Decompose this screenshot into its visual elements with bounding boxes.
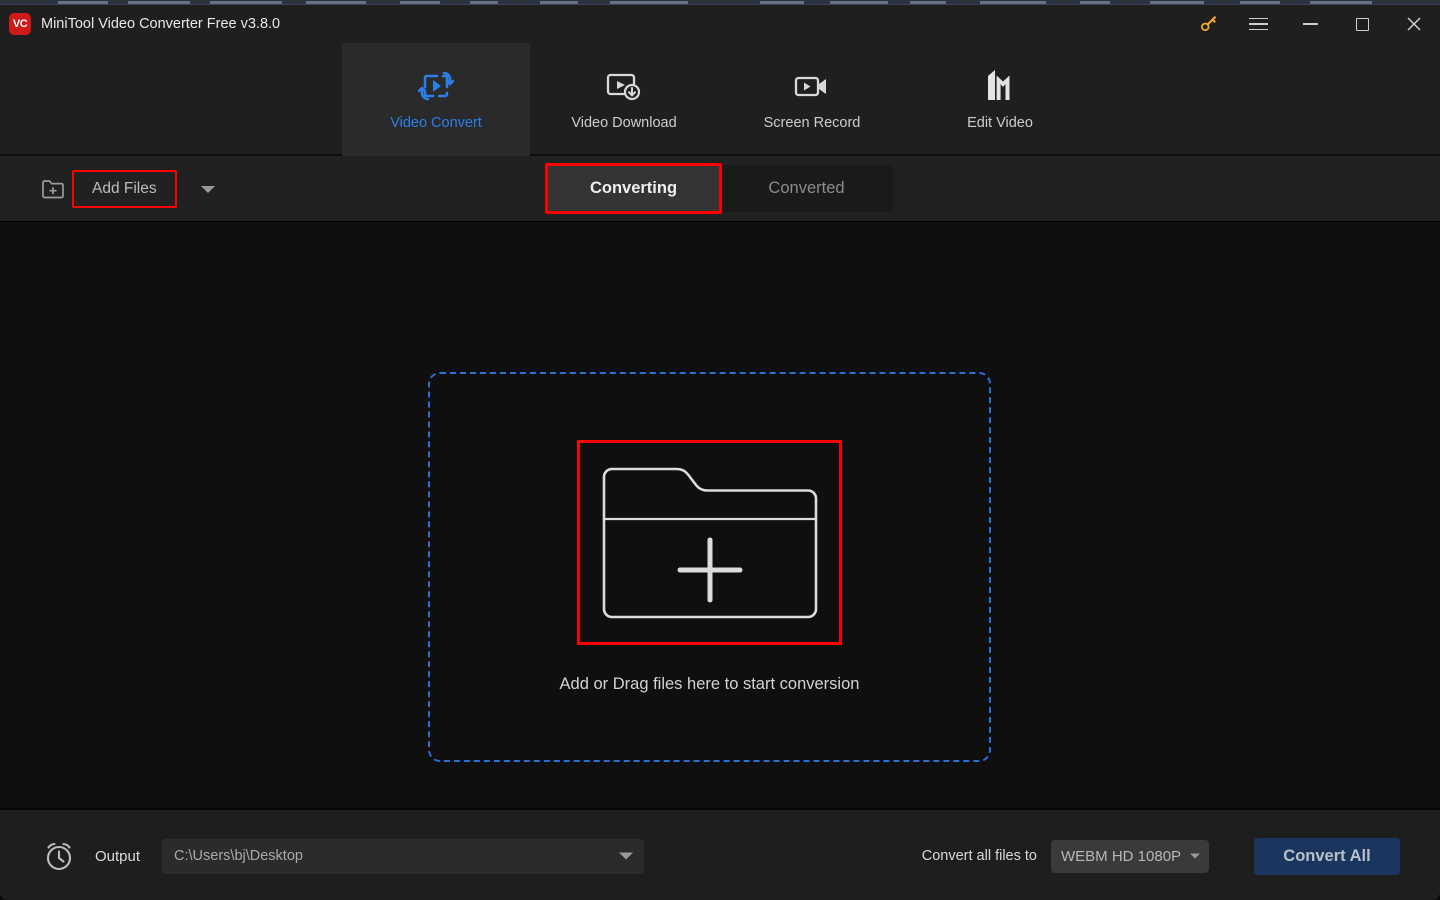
- chevron-down-icon[interactable]: [197, 178, 219, 200]
- key-icon-svg: [1199, 14, 1219, 34]
- alarm-clock-icon[interactable]: [42, 839, 76, 873]
- chevron-down-triangle: [1190, 854, 1200, 859]
- maximize-icon[interactable]: [1336, 5, 1388, 43]
- nav-tab-screen-record[interactable]: Screen Record: [718, 43, 906, 156]
- hamburger-bars: [1249, 14, 1268, 35]
- output-path-value: C:\Users\bj\Desktop: [174, 848, 303, 864]
- chevron-down-icon[interactable]: [1190, 854, 1200, 859]
- converting-converted-tabs: Converting Converted: [547, 165, 893, 212]
- main-navigation-bar: Video Convert Video Download: [0, 43, 1440, 156]
- alarm-clock-icon-svg: [42, 839, 76, 873]
- chevron-down-icon[interactable]: [619, 853, 633, 860]
- main-content-area: Add or Drag files here to start conversi…: [0, 222, 1440, 808]
- nav-tab-label: Edit Video: [967, 115, 1033, 131]
- window-title: MiniTool Video Converter Free v3.8.0: [41, 16, 280, 32]
- annotation-box-folder-plus: [577, 440, 842, 645]
- application-window: VC MiniTool Video Converter Free v3.8.0: [0, 5, 1440, 900]
- title-bar: VC MiniTool Video Converter Free v3.8.0: [0, 5, 1440, 43]
- tab-converting[interactable]: Converting: [547, 165, 720, 212]
- folder-plus-icon[interactable]: [592, 455, 828, 631]
- edit-video-icon-svg: [983, 69, 1017, 102]
- nav-tab-video-download[interactable]: Video Download: [530, 43, 718, 156]
- app-logo-icon: VC: [9, 13, 31, 35]
- output-settings-group: Output C:\Users\bj\Desktop: [42, 810, 644, 900]
- close-icon[interactable]: [1388, 5, 1440, 43]
- output-path-field[interactable]: C:\Users\bj\Desktop: [162, 839, 644, 874]
- video-download-icon-svg: [605, 70, 643, 102]
- add-files-button[interactable]: Add Files: [72, 170, 177, 208]
- folder-add-icon[interactable]: [40, 177, 66, 201]
- close-icon-svg: [1406, 16, 1422, 32]
- video-download-icon: [605, 68, 643, 102]
- file-drop-zone[interactable]: Add or Drag files here to start conversi…: [428, 372, 991, 762]
- tab-converted[interactable]: Converted: [720, 165, 893, 212]
- minimize-icon[interactable]: [1284, 5, 1336, 43]
- bottom-action-bar: Output C:\Users\bj\Desktop Convert all f…: [0, 808, 1440, 900]
- nav-tab-video-convert[interactable]: Video Convert: [342, 43, 530, 156]
- nav-tab-edit-video[interactable]: Edit Video: [906, 43, 1094, 156]
- nav-tab-label: Screen Record: [764, 115, 861, 131]
- tab-converting-label: Converting: [590, 179, 677, 198]
- files-toolbar: Add Files Converting Converted: [0, 156, 1440, 222]
- output-format-select[interactable]: WEBM HD 1080P: [1051, 840, 1209, 873]
- screen-record-icon-svg: [793, 72, 831, 102]
- nav-tab-label: Video Download: [571, 115, 676, 131]
- chevron-down-triangle: [619, 853, 633, 860]
- convert-settings-group: Convert all files to WEBM HD 1080P Conve…: [922, 810, 1400, 900]
- nav-tab-list: Video Convert Video Download: [342, 43, 1094, 156]
- convert-all-button[interactable]: Convert All: [1254, 838, 1400, 875]
- drop-zone-instruction-text: Add or Drag files here to start conversi…: [560, 675, 860, 694]
- folder-add-icon-svg: [41, 179, 65, 200]
- edit-video-icon: [983, 68, 1017, 102]
- video-convert-icon: [418, 68, 454, 102]
- maximize-square: [1356, 18, 1369, 31]
- output-label: Output: [95, 848, 140, 865]
- output-format-value: WEBM HD 1080P: [1061, 848, 1181, 865]
- chevron-down-triangle: [201, 186, 215, 193]
- video-convert-icon-svg: [418, 70, 454, 102]
- hamburger-menu-icon[interactable]: [1232, 5, 1284, 43]
- minimize-bar: [1303, 23, 1318, 25]
- add-files-group: Add Files: [40, 156, 219, 222]
- app-logo-text: VC: [13, 18, 27, 30]
- key-icon[interactable]: [1186, 5, 1232, 43]
- convert-all-files-to-label: Convert all files to: [922, 848, 1037, 864]
- nav-tab-label: Video Convert: [390, 115, 482, 131]
- window-controls: [1186, 5, 1440, 43]
- tab-converted-label: Converted: [768, 179, 844, 198]
- screen-record-icon: [793, 68, 831, 102]
